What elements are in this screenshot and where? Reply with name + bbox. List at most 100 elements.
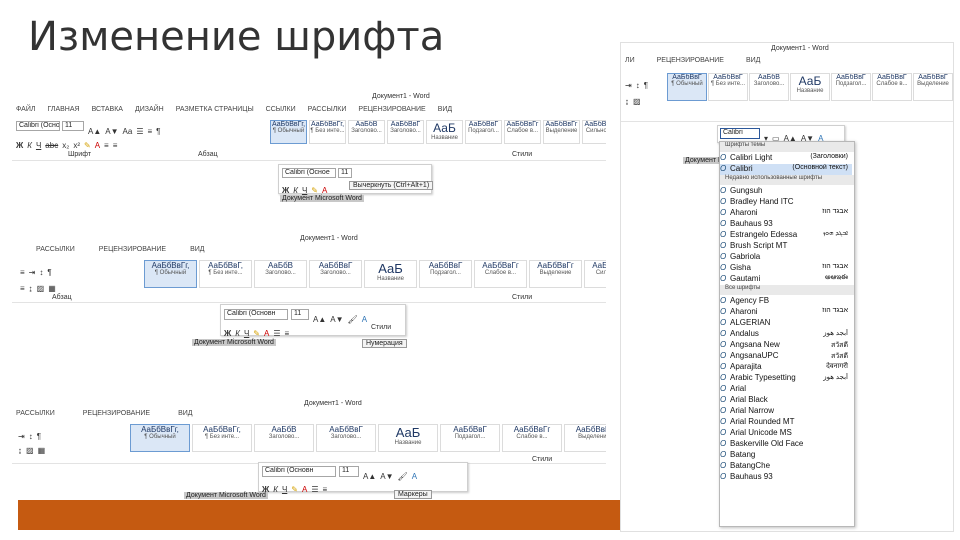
style-gallery-item[interactable]: АаБбВ Заголово... (254, 260, 307, 288)
mini-size-field[interactable]: 11 (291, 309, 309, 320)
style-gallery-item[interactable]: АаБбВвГ Слабое в... (872, 73, 912, 101)
shading-icon[interactable]: ▨ (26, 446, 34, 455)
style-gallery-item[interactable]: АаБбВвГг, ¶ Без инте... (309, 120, 346, 144)
font-list-item[interactable]: O Aparajita देवनागरी (720, 362, 852, 373)
borders-icon[interactable]: ▦ (38, 446, 46, 455)
mini-font-color-icon[interactable]: A (302, 485, 307, 494)
style-gallery-item[interactable]: АаБ Название (426, 120, 463, 144)
font-list-item[interactable]: O Angsana New สวัสดี (720, 340, 852, 351)
align-left-icon[interactable]: ≡ (104, 141, 109, 150)
font-list-item[interactable]: O ALGERIAN (720, 318, 852, 329)
font-color-icon[interactable]: A (95, 141, 100, 150)
font-list-item[interactable]: O Gautami అఆఇఈ (720, 274, 852, 285)
spacing-icon[interactable]: ↨ (18, 446, 22, 455)
numbering-icon[interactable]: ≡ (20, 268, 25, 277)
style-gallery-item[interactable]: АаБбВвГ Заголово... (316, 424, 376, 452)
tab-2[interactable]: РЕЦЕНЗИРОВАНИЕ (83, 410, 150, 417)
bold-icon[interactable]: Ж (16, 141, 23, 150)
numbering-icon[interactable]: ≡ (148, 127, 153, 136)
font-size-field[interactable]: 11 (62, 121, 84, 131)
mini-underline-icon[interactable]: Ч (244, 329, 249, 338)
mini-font-field[interactable]: Calibri (Осное (282, 168, 336, 178)
font-list-item[interactable]: O Bauhaus 93 (720, 472, 852, 483)
superscript-icon[interactable]: x² (73, 141, 80, 150)
mini-styles-icon[interactable]: A (412, 472, 417, 481)
mini-highlight-icon[interactable]: ✎ (253, 329, 260, 338)
mini-highlight-icon[interactable]: ✎ (291, 485, 298, 494)
font-list-item[interactable]: O Aharoni אבגד הוז (720, 208, 852, 219)
style-gallery-item[interactable]: АаБбВвГгСильное... (582, 120, 606, 144)
mini-styles-icon[interactable]: A (362, 315, 367, 324)
font-list-item[interactable]: O Gungsuh (720, 186, 852, 197)
font-list-item[interactable]: O Arial Rounded MT (720, 417, 852, 428)
style-gallery-item[interactable]: АаБбВвГг, ¶ Обычный (130, 424, 190, 452)
font-dropdown-list[interactable]: Шрифты темы O Calibri Light (Заголовки) O Cal… (719, 141, 855, 527)
mini-font-field[interactable]: Calibri (Основн (262, 466, 336, 477)
mini-grow-font-icon[interactable]: A▲ (363, 472, 376, 481)
sort-icon[interactable]: ↕ (636, 81, 640, 90)
style-gallery-item[interactable]: АаБ Название (378, 424, 438, 452)
mini-italic-icon[interactable]: К (273, 485, 278, 494)
pilcrow-icon[interactable]: ¶ (156, 127, 160, 136)
style-gallery-item[interactable]: АаБбВвГ Подзагол... (440, 424, 500, 452)
mini-numbering-icon[interactable]: ≡ (323, 485, 328, 494)
tab-5[interactable]: РАЗМЕТКА СТРАНИЦЫ (176, 106, 254, 113)
change-case-icon[interactable]: Aa (123, 127, 133, 136)
font-list-item[interactable]: O AngsanaUPC สวัสดี (720, 351, 852, 362)
style-gallery-item[interactable]: АаБбВвГг Слабое в... (502, 424, 562, 452)
style-gallery-item[interactable]: АаБбВвГ Заголово... (309, 260, 362, 288)
document-text[interactable]: Документ Microsoft Word (280, 195, 364, 202)
tab-7[interactable]: РАССЫЛКИ (308, 106, 347, 113)
font-list-item[interactable]: O Estrangelo Edessa ܐܒܓܕ ܗܘܙ (720, 230, 852, 241)
tab-3[interactable]: ВИД (746, 57, 760, 64)
font-list-item[interactable]: O Brush Script MT (720, 241, 852, 252)
mini-bullets-icon[interactable]: ☰ (273, 329, 280, 338)
style-gallery-item[interactable]: АаБбВвГ Заголово... (387, 120, 424, 144)
font-list-item[interactable]: O Agency FB (720, 296, 852, 307)
bullets-icon[interactable]: ☰ (136, 127, 143, 136)
style-gallery-item[interactable]: АаБбВвГг, ¶ Без инте... (192, 424, 252, 452)
style-gallery-item[interactable]: АаБбВ Заголово... (254, 424, 314, 452)
mini-bold-icon[interactable]: Ж (282, 186, 289, 195)
align-center-icon[interactable]: ≡ (113, 141, 118, 150)
mini-numbering-icon[interactable]: ≡ (285, 329, 290, 338)
document-text[interactable]: Документ Microsoft Word (192, 339, 276, 346)
font-list-item[interactable]: O Gabriola (720, 252, 852, 263)
pilcrow-icon[interactable]: ¶ (47, 268, 51, 277)
tab-1[interactable]: ЛИ (625, 57, 635, 64)
tab-6[interactable]: ССЫЛКИ (266, 106, 296, 113)
indent-icon[interactable]: ⇥ (625, 81, 632, 90)
font-list-item[interactable]: O Bradley Hand ITC (720, 197, 852, 208)
mini-bullets-icon[interactable]: ☰ (311, 485, 318, 494)
mini-grow-font-icon[interactable]: A▲ (313, 315, 326, 324)
tab-4[interactable]: ДИЗАЙН (135, 106, 164, 113)
font-list-item[interactable]: O Baskerville Old Face (720, 439, 852, 450)
tab-1[interactable]: РАССЫЛКИ (16, 410, 55, 417)
indent-icon[interactable]: ⇥ (29, 268, 36, 277)
tab-1[interactable]: ФАЙЛ (16, 106, 35, 113)
spacing-icon[interactable]: ↨ (625, 97, 629, 106)
subscript-icon[interactable]: x₂ (62, 141, 69, 150)
mini-highlight-icon[interactable]: ✎ (311, 186, 318, 195)
style-gallery-item[interactable]: АаБбВвГ Подзагол... (419, 260, 472, 288)
font-list-item[interactable]: O Arabic Typesetting أبجد هوز (720, 373, 852, 384)
tab-2[interactable]: РЕЦЕНЗИРОВАНИЕ (99, 246, 166, 253)
mini-format-painter-icon[interactable]: 🖌 (398, 472, 408, 481)
font-list-item[interactable]: O Arial Narrow (720, 406, 852, 417)
style-gallery-item[interactable]: АаБбВвГ ¶ Обычный (667, 73, 707, 101)
style-gallery-item[interactable]: АаБбВвГ, ¶ Без инте... (199, 260, 252, 288)
mini-underline-icon[interactable]: Ч (302, 186, 307, 195)
style-gallery-item[interactable]: АаБбВвГгВыделение (543, 120, 580, 144)
style-gallery-item[interactable]: АаБбВвГ Подзагол... (831, 73, 871, 101)
style-gallery-item[interactable]: АаБбВ Заголово... (749, 73, 789, 101)
style-gallery-item[interactable]: АаБбВвГ Подзагол... (465, 120, 502, 144)
mini-shrink-font-icon[interactable]: A▼ (380, 472, 393, 481)
style-gallery-item[interactable]: АаБбВвГгВыделение (564, 424, 606, 452)
mini-shrink-font-icon[interactable]: A▼ (330, 315, 343, 324)
highlight-icon[interactable]: ✎ (84, 141, 91, 150)
style-gallery-item[interactable]: АаБбВвГг, ¶ Обычный (270, 120, 307, 144)
shading-icon[interactable]: ▨ (633, 97, 641, 106)
font-name-field[interactable]: Calibri (Осно (16, 121, 60, 131)
font-list-item[interactable]: O Calibri (Основной текст) (720, 164, 852, 175)
mini-font-color-icon[interactable]: A (264, 329, 269, 338)
